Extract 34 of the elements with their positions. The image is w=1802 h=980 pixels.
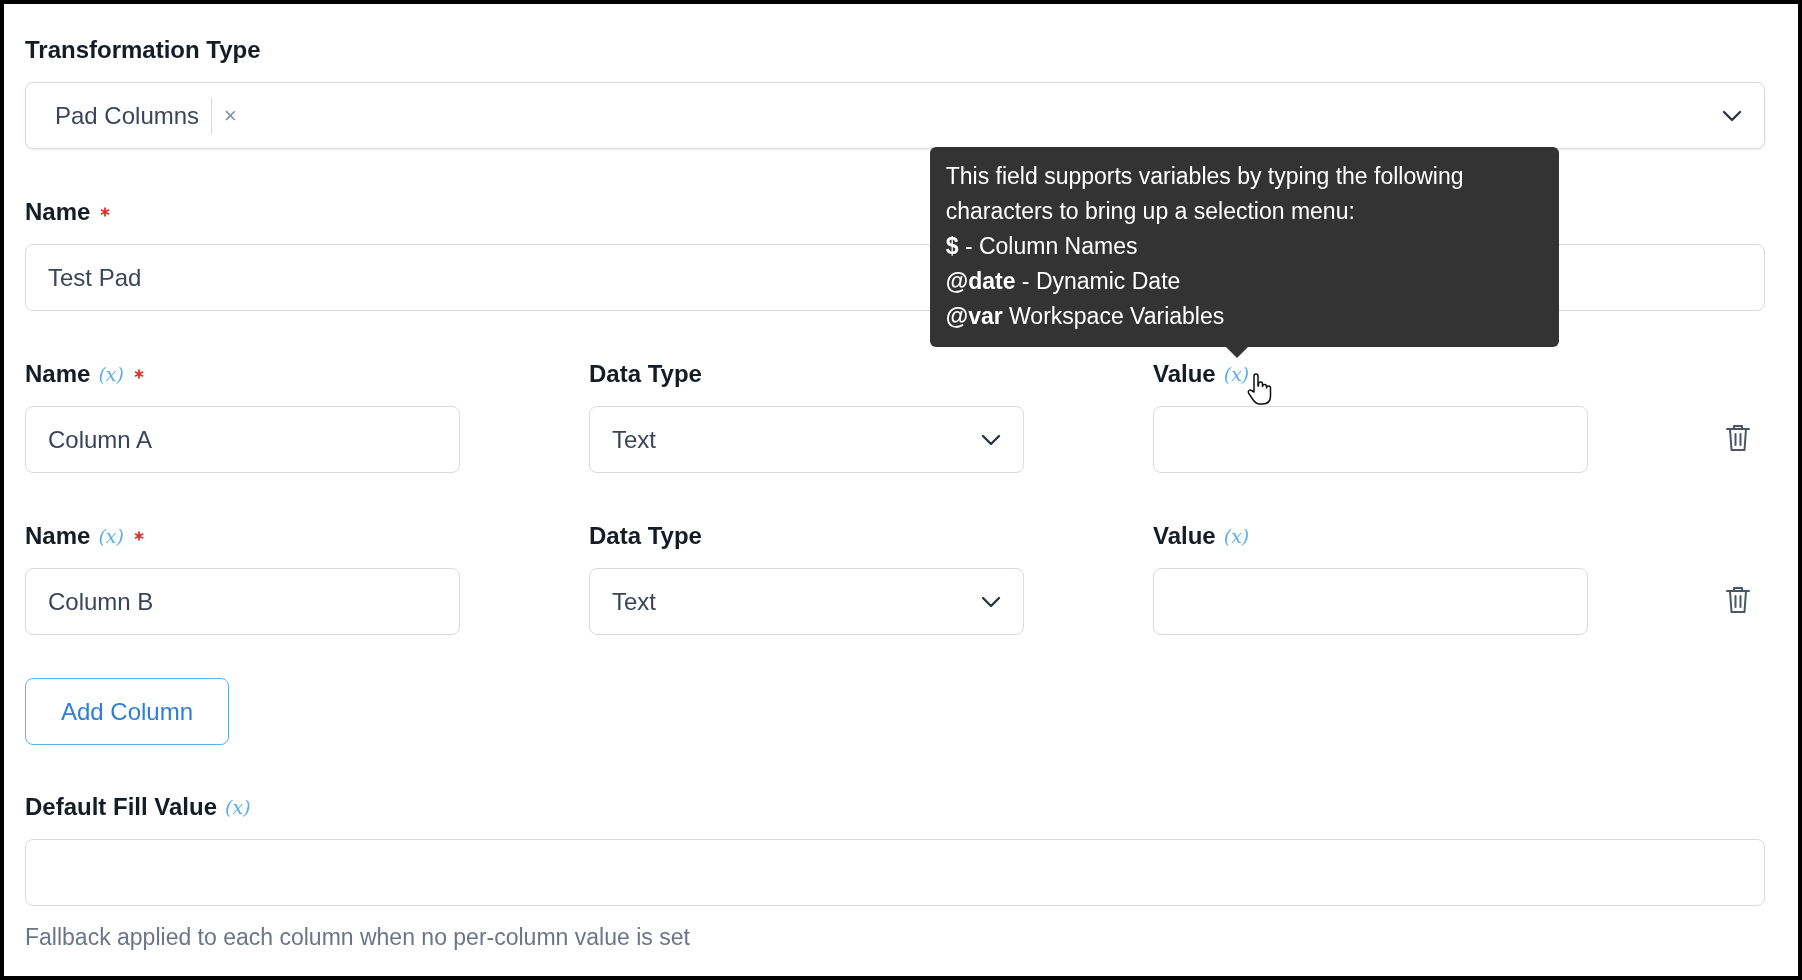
- trash-icon[interactable]: [1725, 423, 1751, 453]
- field-label: Value: [1153, 522, 1216, 550]
- trash-icon[interactable]: [1725, 585, 1751, 615]
- remove-tag-button[interactable]: ×: [224, 102, 237, 129]
- variable-marker[interactable]: (x): [1223, 525, 1250, 547]
- tooltip-text: This field supports variables by typing the following: [945, 162, 1465, 191]
- field-label: Name: [25, 360, 91, 388]
- variable-marker[interactable]: (x): [1223, 363, 1250, 385]
- data-type-select[interactable]: Text: [589, 568, 1024, 635]
- chevron-down-icon: [981, 433, 1001, 446]
- field-label: Data Type: [589, 360, 702, 388]
- field-label: Name: [25, 522, 91, 550]
- data-type-select[interactable]: Text: [589, 406, 1024, 473]
- field-label: Transformation Type: [25, 35, 262, 65]
- tooltip-text: characters to bring up a selection menu:: [945, 197, 1356, 226]
- help-text: Fallback applied to each column when no per-column value is set: [25, 924, 691, 951]
- selected-tag: Pad Columns: [55, 101, 200, 130]
- add-column-button[interactable]: Add Column: [25, 678, 229, 745]
- variable-marker[interactable]: (x): [98, 363, 124, 385]
- default-fill-input[interactable]: [25, 839, 1765, 906]
- variable-marker[interactable]: (x): [98, 525, 124, 547]
- field-label: Data Type: [589, 522, 702, 550]
- value-input[interactable]: [1153, 406, 1588, 473]
- column-name-input[interactable]: Column A: [25, 406, 460, 473]
- field-label: Value: [1153, 360, 1216, 388]
- chevron-down-icon: [1722, 109, 1742, 122]
- field-label: Default Fill Value: [25, 793, 218, 821]
- chevron-down-icon: [981, 595, 1001, 608]
- transformation-type-select[interactable]: Pad Columns ×: [25, 82, 1765, 149]
- tooltip-text: @date - Dynamic Date: [945, 267, 1182, 296]
- value-input[interactable]: [1153, 568, 1588, 635]
- field-label: Name: [25, 198, 91, 226]
- column-name-input[interactable]: Column B: [25, 568, 460, 635]
- variable-marker[interactable]: (x): [225, 796, 251, 818]
